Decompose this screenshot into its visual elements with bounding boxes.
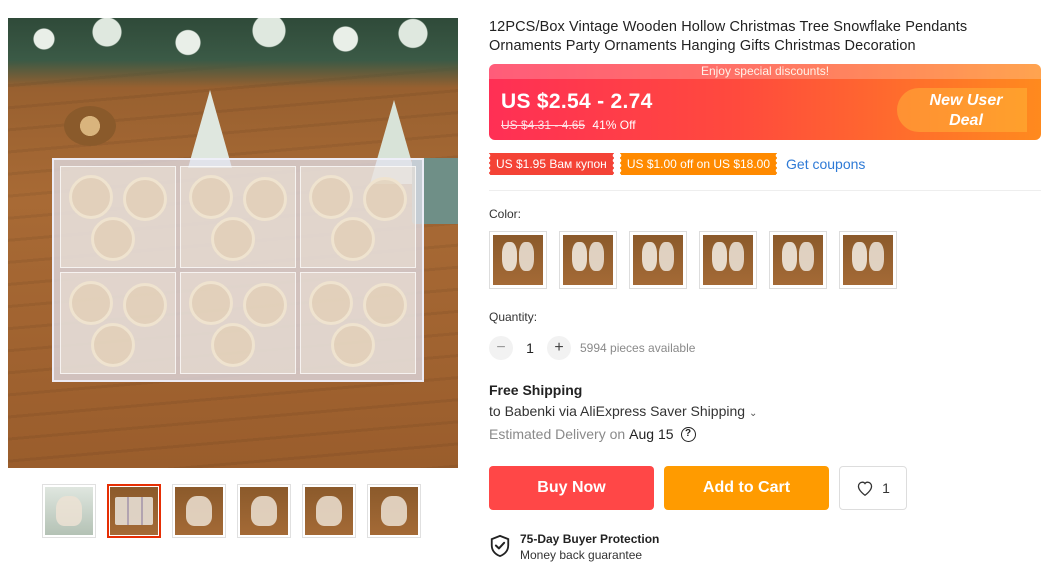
ornament-compartment [180,166,296,268]
heart-icon [857,481,873,496]
product-title: 12PCS/Box Vintage Wooden Hollow Christma… [489,19,968,54]
shipping-destination[interactable]: to Babenki via AliExpress Saver Shipping… [489,403,1041,419]
thumbnail-ornament[interactable] [172,484,226,538]
thumbnail-ornament[interactable] [237,484,291,538]
ornament-compartment [60,272,176,374]
add-to-cart-button[interactable]: Add to Cart [664,466,829,510]
shipping-title: Free Shipping [489,382,583,398]
mini-tree-decoration [188,90,232,168]
buyer-protection: 75-Day Buyer Protection Money back guara… [489,532,1041,563]
color-label: Color: [489,207,522,221]
color-swatch[interactable] [699,231,757,289]
thumbnail-strip [42,484,421,538]
thumbnail-ornament[interactable] [367,484,421,538]
purchase-actions: Buy Now Add to Cart 1 [489,466,1041,510]
quantity-increase-button[interactable]: + [547,336,571,360]
thumbnail-ornament[interactable] [302,484,356,538]
coupon-badge[interactable]: US $1.95 Вам купон [488,153,614,175]
ornament-compartment [60,166,176,268]
buy-now-button[interactable]: Buy Now [489,466,654,510]
shield-check-icon [490,534,510,558]
estimated-delivery-label: Estimated Delivery on [489,426,626,442]
thumbnail-wreath[interactable] [42,484,96,538]
stock-available: 5994 pieces available [580,341,696,355]
color-swatch[interactable] [839,231,897,289]
buyer-protection-subtitle: Money back guarantee [520,548,643,562]
ornament-compartment [300,272,416,374]
discount-banner-text: Enjoy special discounts! [489,64,1041,79]
color-swatch[interactable] [769,231,827,289]
wishlist-button[interactable]: 1 [839,466,907,510]
color-swatches [489,231,1041,289]
price-banner: Enjoy special discounts! US $2.54 - 2.74… [489,64,1041,140]
color-swatch[interactable] [629,231,687,289]
divider [489,190,1041,191]
quantity-label: Quantity: [489,310,538,324]
get-coupons-link[interactable]: Get coupons [786,156,865,172]
new-user-deal-badge: New User Deal [929,92,1003,129]
quantity-decrease-button[interactable]: − [489,336,513,360]
ornament-compartment [180,272,296,374]
product-main-image[interactable] [8,18,458,468]
estimated-delivery-date: Aug 15 [629,426,674,442]
discount-percent: 41% Off [592,118,636,132]
original-price: US $4.31 - 4.65 [501,118,586,132]
current-price: US $2.54 - 2.74 [501,90,653,113]
color-swatch[interactable] [489,231,547,289]
product-details: 12PCS/Box Vintage Wooden Hollow Christma… [488,18,1041,563]
wood-stump-decoration [64,106,116,146]
pine-branches-decoration [8,18,458,88]
wishlist-count: 1 [882,480,890,496]
ornament-box [52,158,424,382]
buyer-protection-title: 75-Day Buyer Protection [520,532,660,546]
help-icon[interactable]: ? [680,426,696,442]
original-price-row: US $4.31 - 4.65 41% Off [501,118,636,132]
quantity-stepper: − 1 + 5994 pieces available [489,336,1041,360]
chevron-down-icon[interactable]: ⌄ [749,408,757,419]
ornament-compartment [300,166,416,268]
coupons-row: US $1.95 Вам купон US $1.00 off on US $1… [488,152,1041,176]
thumbnail-box-selected[interactable] [107,484,161,538]
estimated-delivery: Estimated Delivery on Aug 15 ? [489,426,1041,442]
buyer-protection-text: 75-Day Buyer Protection Money back guara… [520,532,659,563]
color-swatch[interactable] [559,231,617,289]
quantity-value[interactable]: 1 [513,340,547,356]
shipping-method-text: to Babenki via AliExpress Saver Shipping [489,403,746,419]
coupon-badge[interactable]: US $1.00 off on US $18.00 [618,153,778,175]
